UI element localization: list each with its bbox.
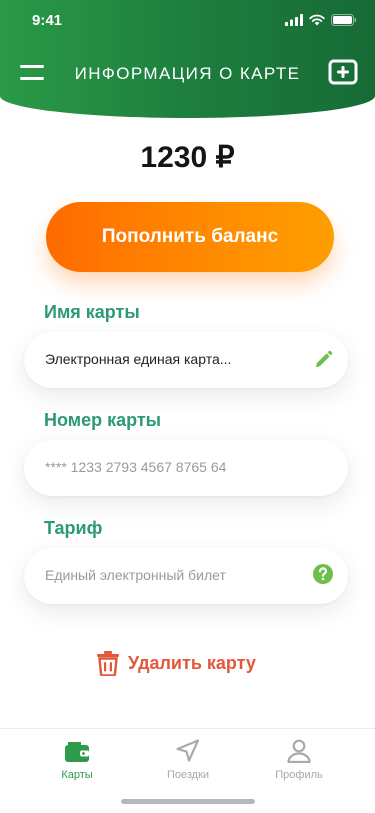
cellular-signal-icon (285, 14, 303, 26)
header: 9:41 ИНФОРМАЦИЯ О КАРТЕ (0, 0, 375, 118)
status-time: 9:41 (32, 12, 63, 29)
battery-icon (331, 14, 357, 26)
tab-profile-label: Профиль (275, 769, 323, 781)
card-number-field[interactable]: **** 1233 2793 4567 8765 64 (24, 440, 348, 496)
hamburger-menu-icon (20, 65, 44, 80)
tariff-field[interactable]: Единый электронный билет (24, 548, 348, 604)
tab-cards-label: Карты (61, 769, 93, 781)
tab-cards[interactable]: Карты (27, 739, 127, 789)
tab-trips[interactable]: Поездки (138, 739, 238, 789)
wifi-icon (309, 14, 325, 26)
navigation-arrow-icon (176, 739, 200, 762)
trash-icon (97, 651, 119, 676)
top-up-balance-button[interactable]: Пополнить баланс (46, 202, 334, 272)
card-balance: 1230 ₽ (140, 141, 235, 174)
add-card-button[interactable] (328, 59, 358, 85)
add-card-icon (328, 59, 358, 85)
card-name-value: Электронная единая карта... (45, 351, 232, 367)
tab-bar: Карты Поездки Профиль (0, 728, 375, 813)
tariff-value: Единый электронный билет (45, 567, 226, 583)
card-name-field[interactable]: Электронная единая карта... (24, 332, 348, 388)
tariff-label: Тариф (44, 518, 103, 538)
help-icon[interactable] (312, 563, 334, 585)
status-icons (285, 14, 357, 26)
tab-trips-label: Поездки (166, 769, 210, 781)
delete-card-label: Удалить карту (128, 652, 256, 673)
pencil-icon[interactable] (312, 349, 334, 371)
menu-button[interactable] (20, 62, 44, 84)
navigation-bar: ИНФОРМАЦИЯ О КАРТЕ (0, 56, 375, 90)
wallet-icon (65, 742, 89, 762)
page-title: ИНФОРМАЦИЯ О КАРТЕ (74, 64, 301, 83)
card-number-label: Номер карты (44, 410, 162, 430)
home-indicator (121, 799, 255, 804)
profile-icon (287, 739, 311, 763)
status-bar: 9:41 (0, 0, 375, 44)
card-name-label: Имя карты (44, 302, 140, 322)
delete-card-button[interactable]: Удалить карту (96, 648, 256, 678)
tab-profile[interactable]: Профиль (249, 739, 349, 789)
card-number-value: **** 1233 2793 4567 8765 64 (45, 459, 227, 475)
